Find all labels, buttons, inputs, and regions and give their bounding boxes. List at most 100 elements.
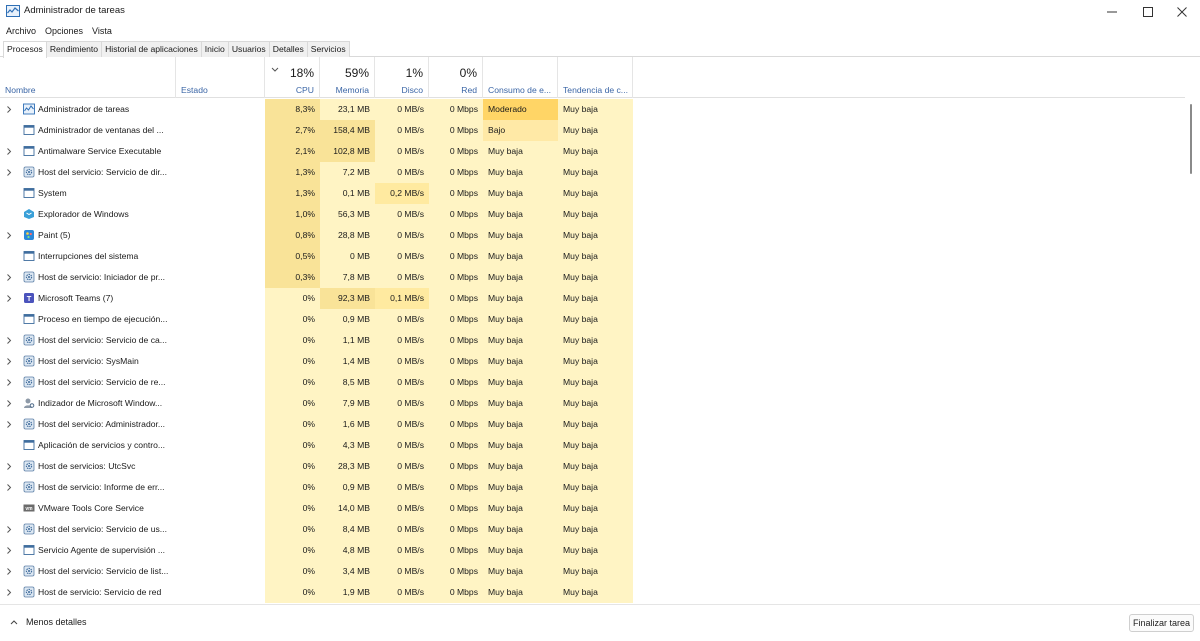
table-row[interactable]: Host del servicio: Servicio de re... 0% 8,… (0, 372, 1185, 393)
chevron-right-icon[interactable] (6, 294, 12, 303)
chevron-right-icon[interactable] (6, 147, 12, 156)
memory-value: 7,8 MB (320, 267, 375, 288)
table-row[interactable]: Administrador de ventanas del ... 2,7% 158… (0, 120, 1185, 141)
gear-icon (23, 481, 35, 493)
table-row[interactable]: Host del servicio: Servicio de list... 0%… (0, 561, 1185, 582)
table-row[interactable]: Host del servicio: SysMain 0% 1,4 MB 0 MB/s… (0, 351, 1185, 372)
chevron-right-icon[interactable] (6, 483, 12, 492)
memory-value: 0,9 MB (320, 477, 375, 498)
table-row[interactable]: System 1,3% 0,1 MB 0,2 MB/s 0 Mbps Muy baja Mu… (0, 183, 1185, 204)
process-status (176, 330, 265, 351)
table-row[interactable]: Servicio Agente de supervisión ... 0% 4,8 … (0, 540, 1185, 561)
menu-vista[interactable]: Vista (89, 24, 115, 40)
tab-bar: Procesos Rendimiento Historial de aplica… (0, 41, 1200, 58)
process-name: Microsoft Teams (7) (38, 293, 114, 303)
table-row[interactable]: Proceso en tiempo de ejecución... 0% 0,9 M… (0, 309, 1185, 330)
power-trend-value: Muy baja (558, 519, 633, 540)
menu-opciones[interactable]: Opciones (42, 24, 86, 40)
window-icon (23, 146, 35, 156)
process-name: Explorador de Windows (38, 209, 129, 219)
memory-value: 92,3 MB (320, 288, 375, 309)
network-value: 0 Mbps (429, 561, 483, 582)
power-trend-value: Muy baja (558, 540, 633, 561)
table-row[interactable]: Explorador de Windows 1,0% 56,3 MB 0 MB/s 0 … (0, 204, 1185, 225)
cpu-value: 0% (265, 393, 320, 414)
end-task-button[interactable]: Finalizar tarea (1129, 614, 1194, 632)
table-row[interactable]: vm VMware Tools Core Service 0% 14,0 MB 0 MB… (0, 498, 1185, 519)
table-row[interactable]: Paint (5) 0,8% 28,8 MB 0 MB/s 0 Mbps Muy baja… (0, 225, 1185, 246)
table-row[interactable]: Host del servicio: Administrador... 0% 1,6… (0, 414, 1185, 435)
chevron-right-icon[interactable] (6, 357, 12, 366)
table-row[interactable]: Antimalware Service Executable 2,1% 102,8 … (0, 141, 1185, 162)
power-usage-value: Muy baja (483, 330, 558, 351)
table-row[interactable]: Interrupciones del sistema 0,5% 0 MB 0 MB/s… (0, 246, 1185, 267)
table-row[interactable]: Host del servicio: Servicio de dir... 1,3… (0, 162, 1185, 183)
cpu-value: 0,5% (265, 246, 320, 267)
chevron-right-icon[interactable] (6, 462, 12, 471)
chevron-right-icon[interactable] (6, 588, 12, 597)
chevron-right-icon[interactable] (6, 420, 12, 429)
disk-value: 0 MB/s (375, 330, 429, 351)
network-value: 0 Mbps (429, 372, 483, 393)
disk-value: 0 MB/s (375, 246, 429, 267)
chevron-right-icon[interactable] (6, 525, 12, 534)
tab-rendimiento[interactable]: Rendimiento (45, 41, 103, 57)
power-usage-value: Muy baja (483, 582, 558, 603)
process-name: Host de servicios: UtcSvc (38, 461, 136, 471)
close-button[interactable] (1164, 0, 1200, 24)
less-details-link[interactable]: Menos detalles (26, 617, 87, 627)
table-row[interactable]: T Microsoft Teams (7) 0% 92,3 MB 0,1 MB/s 0 M… (0, 288, 1185, 309)
table-row[interactable]: Host de servicios: UtcSvc 0% 28,3 MB 0 MB/s… (0, 456, 1185, 477)
column-network[interactable]: 0% Red (429, 57, 483, 98)
column-network-label: Red (461, 85, 477, 95)
disk-value: 0 MB/s (375, 582, 429, 603)
minimize-button[interactable] (1094, 0, 1130, 24)
column-cpu-label: CPU (295, 85, 314, 95)
network-value: 0 Mbps (429, 246, 483, 267)
column-disk[interactable]: 1% Disco (375, 57, 429, 98)
cpu-percent: 18% (289, 66, 314, 80)
network-value: 0 Mbps (429, 582, 483, 603)
disk-value: 0 MB/s (375, 141, 429, 162)
table-row[interactable]: Host de servicio: Informe de err... 0% 0,9… (0, 477, 1185, 498)
column-memory[interactable]: 59% Memoria (320, 57, 375, 98)
tab-detalles[interactable]: Detalles (268, 41, 308, 57)
chevron-right-icon[interactable] (6, 231, 12, 240)
tab-inicio[interactable]: Inicio (200, 41, 229, 57)
tab-historial[interactable]: Historial de aplicaciones (101, 41, 202, 57)
column-header-row: Nombre Estado 18% CPU 59% Memoria 1% Dis… (0, 57, 1185, 98)
tab-procesos[interactable]: Procesos (3, 41, 47, 58)
vertical-scrollbar[interactable] (1190, 104, 1192, 174)
column-name[interactable]: Nombre (0, 57, 176, 98)
table-row[interactable]: Indizador de Microsoft Window... 0% 7,9 MB… (0, 393, 1185, 414)
table-row[interactable]: Administrador de tareas 8,3% 23,1 MB 0 MB/s… (0, 99, 1185, 120)
menu-archivo[interactable]: Archivo (3, 24, 39, 40)
column-power-trend[interactable]: Tendencia de c... (558, 57, 633, 98)
process-name: Paint (5) (38, 230, 71, 240)
table-row[interactable]: Host de servicio: Iniciador de pr... 0,3%… (0, 267, 1185, 288)
chevron-right-icon[interactable] (6, 168, 12, 177)
column-cpu[interactable]: 18% CPU (265, 57, 320, 98)
cpu-value: 0% (265, 330, 320, 351)
process-status (176, 372, 265, 393)
power-usage-value: Muy baja (483, 288, 558, 309)
chevron-right-icon[interactable] (6, 105, 12, 114)
table-row[interactable]: Aplicación de servicios y contro... 0% 4,3… (0, 435, 1185, 456)
table-row[interactable]: Host del servicio: Servicio de ca... 0% 1,… (0, 330, 1185, 351)
power-usage-value: Muy baja (483, 372, 558, 393)
tab-usuarios[interactable]: Usuarios (227, 41, 270, 57)
power-usage-value: Muy baja (483, 498, 558, 519)
tab-servicios[interactable]: Servicios (306, 41, 350, 57)
maximize-button[interactable] (1130, 0, 1166, 24)
column-power[interactable]: Consumo de e... (483, 57, 558, 98)
table-row[interactable]: Host del servicio: Servicio de us... 0% 8,… (0, 519, 1185, 540)
column-status[interactable]: Estado (176, 57, 265, 98)
chevron-right-icon[interactable] (6, 567, 12, 576)
chevron-right-icon[interactable] (6, 399, 12, 408)
chevron-right-icon[interactable] (6, 273, 12, 282)
chevron-right-icon[interactable] (6, 336, 12, 345)
chevron-right-icon[interactable] (6, 546, 12, 555)
chevron-right-icon[interactable] (6, 378, 12, 387)
table-row[interactable]: Host de servicio: Servicio de red 0% 1,9 M… (0, 582, 1185, 603)
teams-icon: T (24, 293, 34, 303)
